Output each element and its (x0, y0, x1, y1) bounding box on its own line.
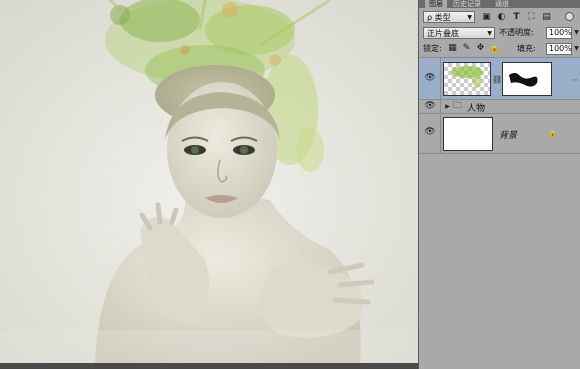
layer-filter-row: ρ 类型 ▼ ▣ ◐ T ⛶ ▤ (419, 8, 580, 26)
blend-mode-select[interactable]: 正片叠底 ▼ (423, 27, 495, 39)
visibility-eye-icon[interactable]: 👁 (424, 101, 436, 111)
visibility-eye-icon[interactable]: 👁 (424, 73, 436, 83)
opacity-field[interactable]: 100% (546, 27, 572, 39)
lock-all-icon[interactable]: 🔒 (489, 43, 500, 54)
layer-divider (440, 58, 441, 99)
mask-thumbnail-image (509, 73, 538, 87)
splash-thumbnail-image (451, 66, 483, 88)
lock-fill-row: 锁定: ▦ ✎ ✥ 🔒 填充: 100% ▼ (419, 42, 580, 58)
blend-opacity-row: 正片叠底 ▼ 不透明度: 100% ▼ (419, 26, 580, 42)
layer-row-group[interactable]: 👁 ▶ 🗀 人物 (419, 100, 580, 114)
layer-name: 背景 (499, 131, 518, 141)
canvas-scroll-area (0, 363, 418, 369)
lock-icon: 🔒 (547, 128, 558, 137)
layer-row-background[interactable]: 👁 背景 🔒 (419, 114, 580, 154)
layer-thumbnail[interactable] (443, 62, 491, 96)
tab-channels[interactable]: 通道 (491, 0, 513, 8)
layer-filter-select[interactable]: ρ 类型 ▼ (423, 11, 475, 23)
chevron-down-icon: ▼ (487, 30, 492, 37)
tab-layers[interactable]: 图层 (425, 0, 447, 8)
shape-filter-icon[interactable]: ⛶ (526, 12, 537, 23)
tab-history[interactable]: 历史记录 (449, 0, 489, 8)
layer-options-icon[interactable]: ⋯ (572, 76, 579, 84)
fill-label: 填充: (517, 44, 536, 53)
lock-move-icon[interactable]: ✥ (475, 43, 486, 54)
layer-name: 人物 (467, 104, 486, 114)
opacity-dropdown-icon[interactable]: ▼ (571, 27, 580, 38)
artwork-image (0, 0, 418, 363)
document-canvas[interactable] (0, 0, 418, 363)
layers-empty-area (419, 155, 580, 369)
lock-label: 锁定: (423, 44, 442, 53)
folder-icon: 🗀 (452, 101, 462, 111)
layer-divider (440, 100, 441, 113)
blend-mode-value: 正片叠底 (427, 29, 459, 38)
fill-field[interactable]: 100% (546, 43, 572, 55)
smart-object-filter-icon[interactable]: ▤ (541, 12, 552, 23)
layer-divider (440, 114, 441, 153)
layer-thumbnail[interactable] (443, 117, 493, 151)
adjustment-filter-icon[interactable]: ◐ (496, 12, 507, 23)
panel-tab-bar: 图层 历史记录 通道 (419, 0, 580, 8)
chevron-down-icon: ▼ (467, 14, 472, 21)
layer-row-splash[interactable]: 👁 ⛓ ⋯ (419, 58, 580, 100)
mask-link-icon[interactable]: ⛓ (492, 74, 502, 85)
visibility-eye-icon[interactable]: 👁 (424, 127, 436, 137)
lock-brush-icon[interactable]: ✎ (461, 43, 472, 54)
lock-transparent-icon[interactable]: ▦ (447, 43, 458, 54)
layers-panel: 图层 历史记录 通道 ρ 类型 ▼ ▣ ◐ T ⛶ ▤ 正片叠底 ▼ 不透明度:… (418, 0, 580, 369)
fill-dropdown-icon[interactable]: ▼ (571, 43, 580, 54)
layer-filter-value: ρ 类型 (427, 13, 451, 22)
type-filter-icon[interactable]: T (511, 12, 522, 23)
filter-toggle-icon[interactable] (565, 12, 574, 21)
layer-mask-thumbnail[interactable] (502, 62, 552, 96)
opacity-label: 不透明度: (499, 28, 534, 37)
image-filter-icon[interactable]: ▣ (481, 12, 492, 23)
